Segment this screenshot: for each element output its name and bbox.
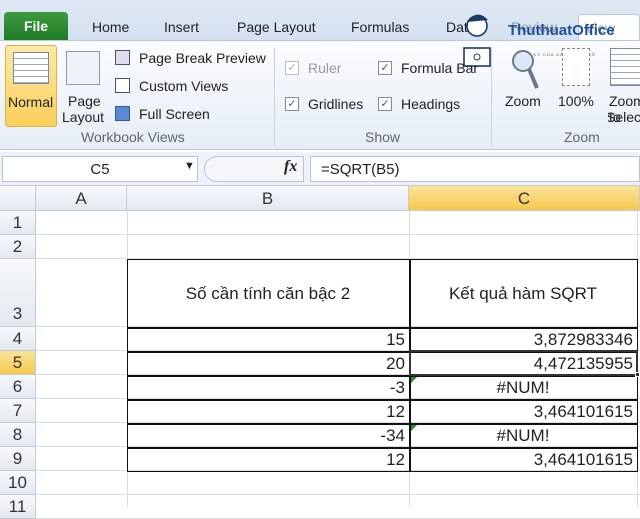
table-header-result[interactable]: Kết quả hàm SQRT: [409, 284, 637, 304]
table-border: [127, 423, 637, 425]
ruler-checkbox[interactable]: ✓: [285, 61, 299, 75]
cell-b6[interactable]: -3: [127, 378, 409, 398]
zoom-selection-label-2: Selection: [608, 109, 640, 125]
normal-view-button[interactable]: Normal: [5, 45, 57, 127]
row-header-6[interactable]: 6: [0, 375, 36, 399]
group-label-show: Show: [365, 129, 401, 145]
tab-insert[interactable]: Insert: [158, 14, 205, 40]
zoom-to-selection-button[interactable]: Zoom to Selection: [608, 45, 640, 135]
row-header-4[interactable]: 4: [0, 327, 36, 351]
watermark-brand: ThuthuatOffice: [508, 22, 615, 39]
headings-label: Headings: [401, 96, 461, 112]
gridlines-checkbox[interactable]: ✓: [285, 97, 299, 111]
tab-home[interactable]: Home: [86, 14, 135, 40]
full-screen-button[interactable]: Full Screen: [139, 106, 210, 122]
full-screen-icon: [115, 106, 130, 121]
zoom-100-button[interactable]: 100%: [557, 45, 597, 115]
group-label-zoom: Zoom: [564, 129, 600, 145]
normal-grid-icon: [13, 52, 49, 84]
insert-function-button[interactable]: fx: [284, 158, 297, 176]
zoom-button[interactable]: Zoom: [505, 45, 545, 115]
tab-file[interactable]: File: [4, 12, 68, 40]
divider: [491, 48, 492, 146]
fill-handle[interactable]: [635, 372, 640, 377]
row-header-2[interactable]: 2: [0, 235, 36, 259]
zoom-100-label: 100%: [558, 93, 594, 109]
tab-formulas[interactable]: Formulas: [345, 14, 415, 40]
row-header-11[interactable]: 11: [0, 495, 36, 519]
cell-b5[interactable]: 20: [127, 354, 409, 374]
formula-bar-label: Formula Bar: [401, 60, 479, 76]
page-break-icon: [115, 50, 130, 65]
selected-cell-c5[interactable]: [409, 350, 638, 376]
name-box[interactable]: C5: [2, 156, 198, 182]
gridline: [36, 234, 640, 235]
error-indicator-icon[interactable]: [411, 425, 417, 431]
cell-b7[interactable]: 12: [127, 402, 409, 422]
row-header-7[interactable]: 7: [0, 399, 36, 423]
cell-b4[interactable]: 15: [127, 330, 409, 350]
row-header-3[interactable]: 3: [0, 259, 36, 327]
group-label-workbook-views: Workbook Views: [81, 129, 185, 145]
cell-c7[interactable]: 3,464101615: [409, 402, 637, 422]
cell-c4[interactable]: 3,872983346: [409, 330, 637, 350]
headings-checkbox[interactable]: ✓: [378, 97, 392, 111]
custom-views-icon: [115, 78, 130, 93]
row-header-5[interactable]: 5: [0, 351, 36, 375]
error-indicator-icon[interactable]: [411, 377, 417, 383]
select-all-button[interactable]: [0, 186, 36, 211]
cell-c9[interactable]: 3,464101615: [409, 450, 637, 470]
row-header-9[interactable]: 9: [0, 447, 36, 471]
zoom-selection-icon: [610, 48, 640, 86]
row-header-10[interactable]: 10: [0, 471, 36, 495]
cell-c6[interactable]: #NUM!: [409, 378, 637, 398]
cell-b8[interactable]: -34: [127, 426, 409, 446]
tab-page-layout[interactable]: Page Layout: [231, 14, 322, 40]
formula-bar-checkbox[interactable]: ✓: [378, 61, 392, 75]
gridline: [36, 494, 640, 495]
row-header-8[interactable]: 8: [0, 423, 36, 447]
gridlines-label: Gridlines: [308, 96, 364, 112]
page-icon: [66, 51, 100, 85]
table-border: [127, 399, 637, 401]
column-header-a[interactable]: A: [36, 186, 127, 211]
zoom-label: Zoom: [505, 93, 541, 109]
name-box-dropdown-icon[interactable]: ▼: [184, 160, 195, 172]
table-header-number[interactable]: Số cần tính căn bậc 2: [127, 284, 409, 304]
magnifier-icon: [512, 50, 539, 89]
page-100-icon: [562, 48, 590, 86]
formula-input[interactable]: =SQRT(B5): [310, 156, 640, 182]
ruler-label: Ruler: [308, 60, 342, 76]
normal-label: Normal: [8, 94, 54, 110]
cell-b9[interactable]: 12: [127, 450, 409, 470]
cell-c8[interactable]: #NUM!: [409, 426, 637, 446]
table-border: [127, 327, 637, 329]
page-layout-label-2: Layout: [62, 109, 105, 125]
custom-views-button[interactable]: Custom Views: [139, 78, 228, 94]
column-header-b[interactable]: B: [127, 186, 409, 211]
table-border: [127, 447, 637, 449]
page-break-preview-button[interactable]: Page Break Preview: [139, 50, 266, 66]
row-header-1[interactable]: 1: [0, 211, 36, 235]
page-layout-label: Page: [68, 93, 101, 109]
page-layout-button[interactable]: Page Layout: [62, 45, 106, 127]
column-header-c[interactable]: C: [409, 186, 640, 211]
divider: [274, 48, 275, 146]
